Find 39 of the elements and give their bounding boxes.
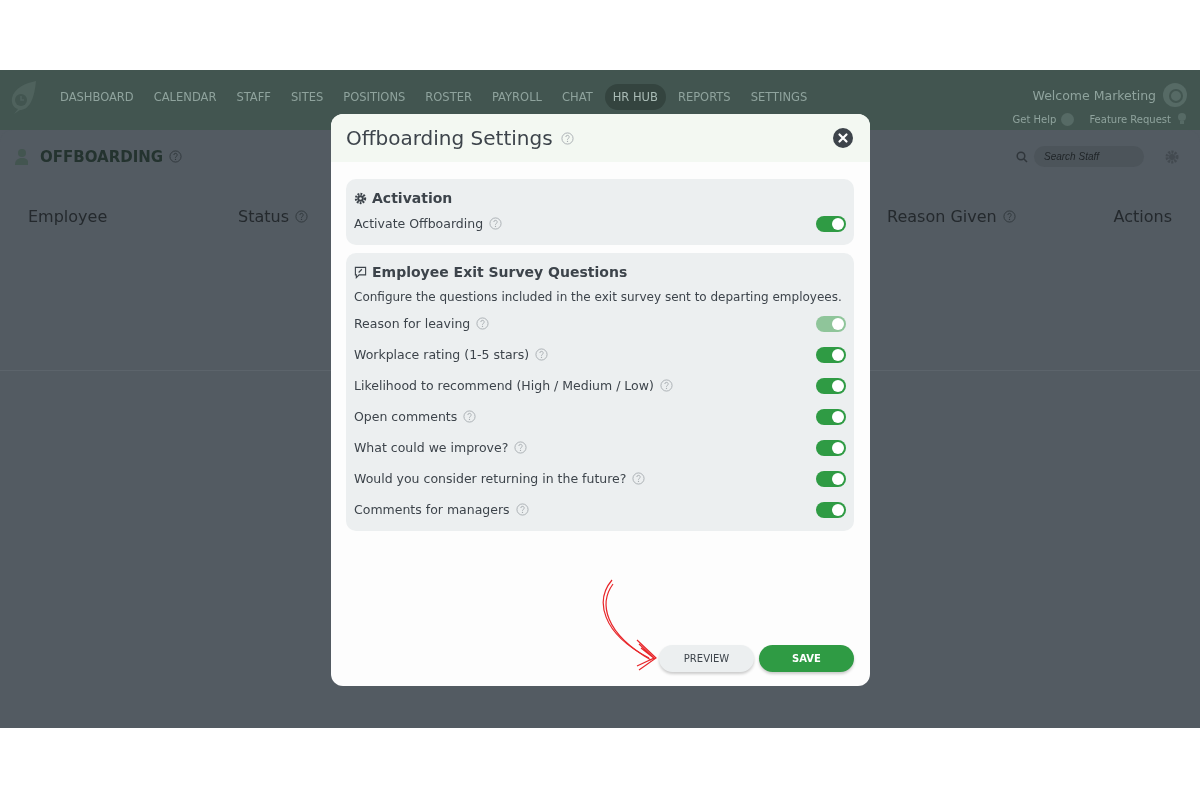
nav-tab[interactable]: STAFF xyxy=(228,84,279,110)
nav-tab[interactable]: CHAT xyxy=(554,84,601,110)
toggle-switch[interactable] xyxy=(816,501,846,518)
feature-request-link[interactable]: Feature Request xyxy=(1089,113,1171,125)
toggle-switch[interactable] xyxy=(816,215,846,232)
gear-icon xyxy=(354,191,367,205)
nav-tab[interactable]: DASHBOARD xyxy=(52,84,142,110)
toggle-switch[interactable] xyxy=(816,408,846,425)
setting-label: What could we improve? xyxy=(354,440,509,455)
nav-tab[interactable]: CALENDAR xyxy=(145,84,225,110)
setting-label: Likelihood to recommend (High / Medium / Low) xyxy=(354,378,654,393)
nav-tab[interactable]: ROSTER xyxy=(417,84,480,110)
search-icon xyxy=(1016,150,1028,163)
nav-tab[interactable]: POSITIONS xyxy=(335,84,414,110)
get-help-link[interactable]: Get Help xyxy=(1012,113,1057,125)
toggle-switch[interactable] xyxy=(816,470,846,487)
setting-label: Comments for managers xyxy=(354,502,510,517)
close-icon[interactable] xyxy=(833,128,853,148)
dialog-title: Offboarding Settings xyxy=(346,126,553,150)
nav-tab[interactable]: SITES xyxy=(282,84,332,110)
section-title: Employee Exit Survey Questions xyxy=(372,264,628,280)
welcome-text: Welcome Marketing xyxy=(1032,87,1156,103)
setting-label: Activate Offboarding xyxy=(354,216,484,231)
setting-label: Open comments xyxy=(354,409,458,424)
setting-label: Would you consider returning in the future? xyxy=(354,471,627,486)
nav-tab[interactable]: SETTINGS xyxy=(742,84,816,110)
setting-label: Reason for leaving xyxy=(354,316,471,331)
chat-icon xyxy=(354,265,367,279)
preview-button[interactable]: PREVIEW xyxy=(659,645,754,672)
toggle-switch[interactable] xyxy=(816,439,846,456)
nav-tab[interactable]: HR HUB xyxy=(604,84,666,110)
nav-tab[interactable]: REPORTS xyxy=(669,84,739,110)
toggle-switch[interactable] xyxy=(816,346,846,363)
section-title: Activation xyxy=(372,190,453,206)
setting-label: Workplace rating (1-5 stars) xyxy=(354,347,530,362)
save-button[interactable]: SAVE xyxy=(759,645,854,672)
section-description: Configure the questions included in the exit survey sent to departing employees. xyxy=(354,290,843,304)
nav-tab[interactable]: PAYROLL xyxy=(483,84,550,110)
toggle-switch[interactable] xyxy=(816,377,846,394)
